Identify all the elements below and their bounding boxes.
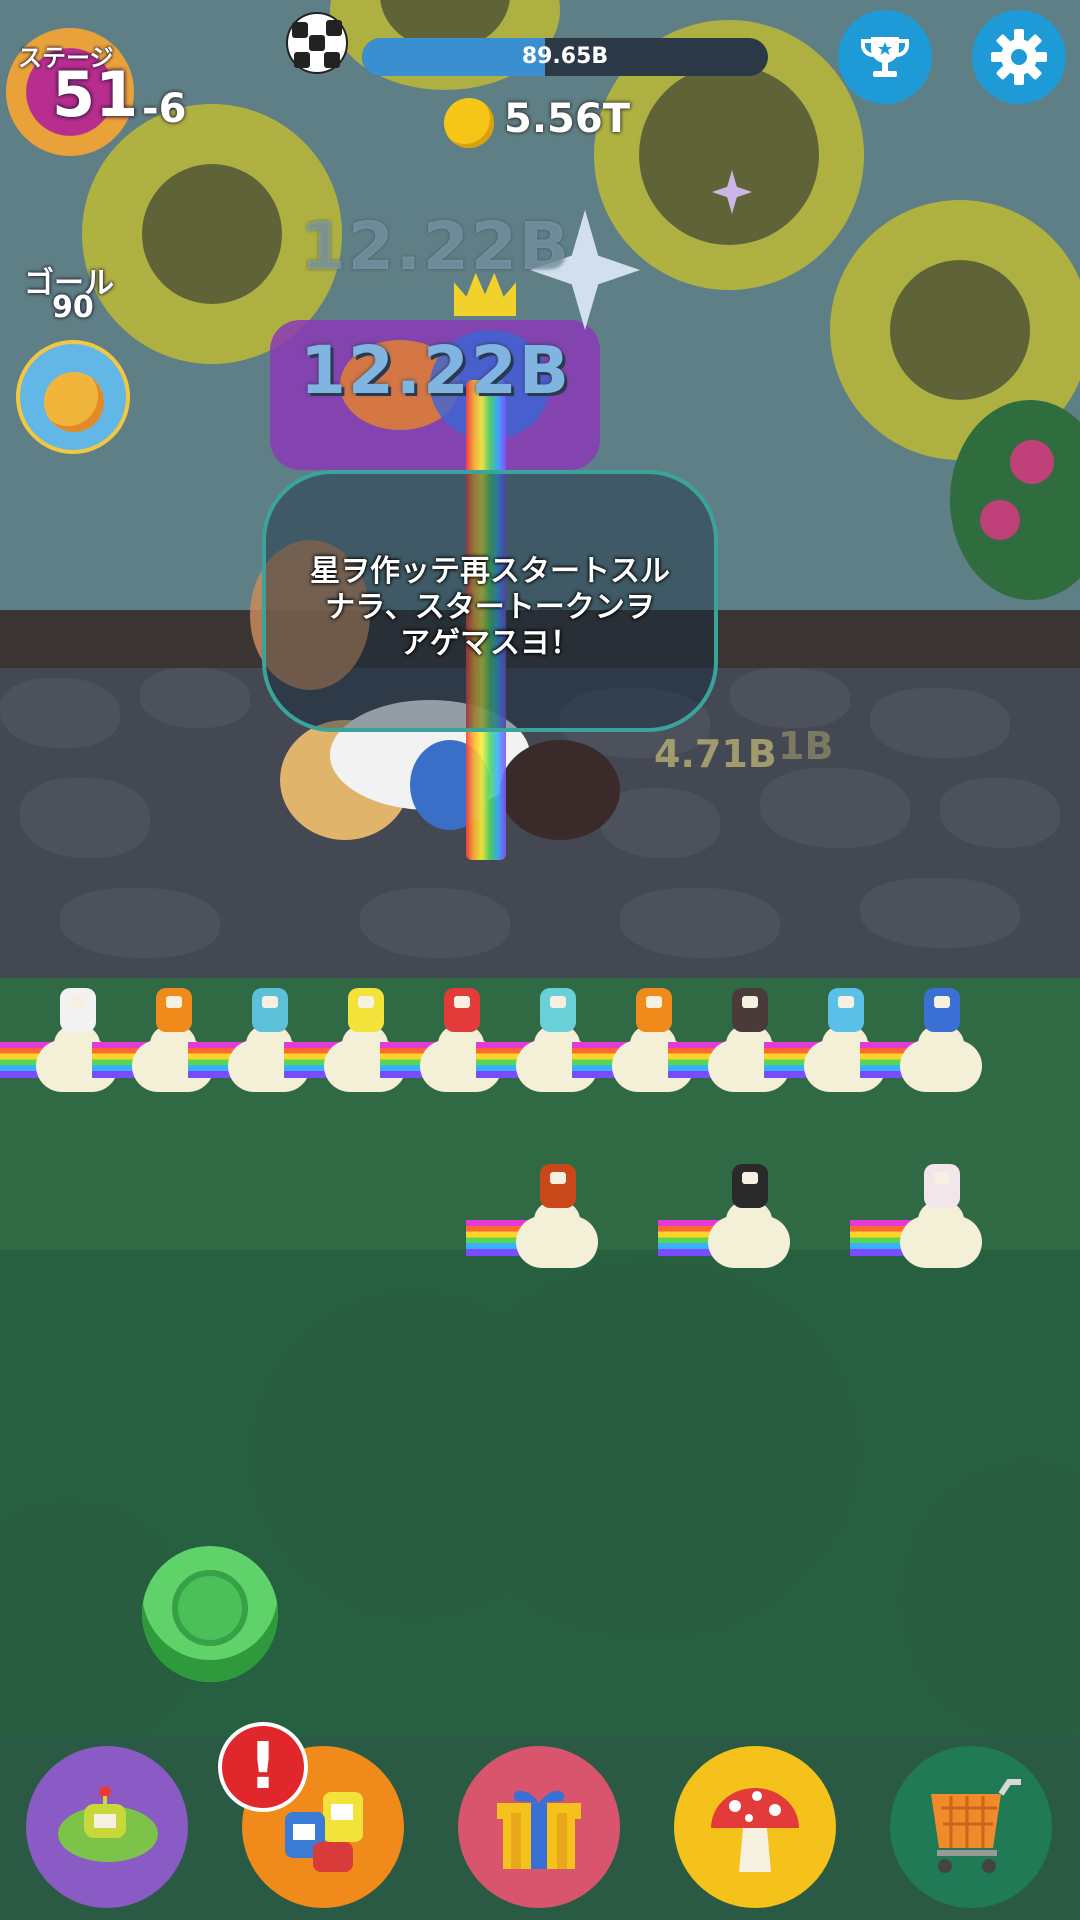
size-progress-text: 89.65B [521, 44, 609, 69]
shop-button[interactable] [890, 1746, 1052, 1908]
size-readout-ghost: 12.22B [300, 208, 572, 285]
cloud-platform [900, 1024, 982, 1092]
cousin-character[interactable] [252, 988, 288, 1032]
green-star-icon[interactable] [142, 1546, 278, 1682]
cousin-character[interactable] [444, 988, 480, 1032]
trophy-icon [861, 37, 909, 77]
size-popup-small-ghost: 1B [778, 724, 834, 768]
trophy-button[interactable] [838, 10, 932, 104]
cousin-character[interactable] [924, 1164, 960, 1208]
cloud-platform [516, 1200, 598, 1268]
cousin-character[interactable] [540, 988, 576, 1032]
coin-count: 5.56T [504, 96, 630, 142]
speech-line-3: アゲマスヨ！ [400, 626, 580, 661]
cousin-character[interactable] [924, 988, 960, 1032]
alert-badge: ! [218, 1722, 308, 1812]
cousin-character[interactable] [732, 988, 768, 1032]
cousin-character[interactable] [156, 988, 192, 1032]
hedge-bush [440, 1260, 860, 1640]
settings-button[interactable] [972, 10, 1066, 104]
game-scene[interactable]: 12.22B 12.22B 星ヲ作ッテ再スタートスル ナラ、スタートークンヲ ア… [0, 0, 1080, 1920]
cousin-character[interactable] [348, 988, 384, 1032]
gear-icon [991, 29, 1047, 85]
cousin-character[interactable] [636, 988, 672, 1032]
speech-line-1: 星ヲ作ッテ再スタートスル [310, 554, 670, 589]
speech-bubble-text: 星ヲ作ッテ再スタートスル ナラ、スタートークンヲ アゲマスヨ！ [266, 554, 714, 662]
goal-value: 90 [52, 290, 94, 325]
flower [1010, 440, 1054, 484]
prince-button[interactable] [26, 1746, 188, 1908]
katamari-size-readout: 12.22B [300, 332, 572, 409]
speech-line-2: ナラ、スタートークンヲ [325, 590, 655, 625]
gift-icon [497, 1790, 581, 1869]
soccer-ball-icon [286, 12, 348, 74]
mushroom-icon [711, 1788, 799, 1872]
cousin-character[interactable] [60, 988, 96, 1032]
planet-goal-icon[interactable] [16, 340, 130, 454]
coin-icon [444, 98, 494, 148]
stage-number: 51 [52, 58, 139, 131]
cousin-character[interactable] [828, 988, 864, 1032]
speech-bubble[interactable]: 星ヲ作ッテ再スタートスル ナラ、スタートークンヲ アゲマスヨ！ [262, 470, 718, 732]
cousin-character[interactable] [540, 1164, 576, 1208]
shopping-cart-icon [931, 1779, 1021, 1873]
size-popup-small: 4.71B [654, 732, 777, 776]
prince-icon [58, 1786, 158, 1862]
stage-sub-number: -6 [142, 86, 187, 132]
cloud-platform [708, 1200, 790, 1268]
mushroom-button[interactable] [674, 1746, 836, 1908]
cousin-character[interactable] [732, 1164, 768, 1208]
gift-button[interactable] [458, 1746, 620, 1908]
cloud-platform [900, 1200, 982, 1268]
flower [980, 500, 1020, 540]
size-progress-bar: 89.65B [362, 38, 768, 76]
